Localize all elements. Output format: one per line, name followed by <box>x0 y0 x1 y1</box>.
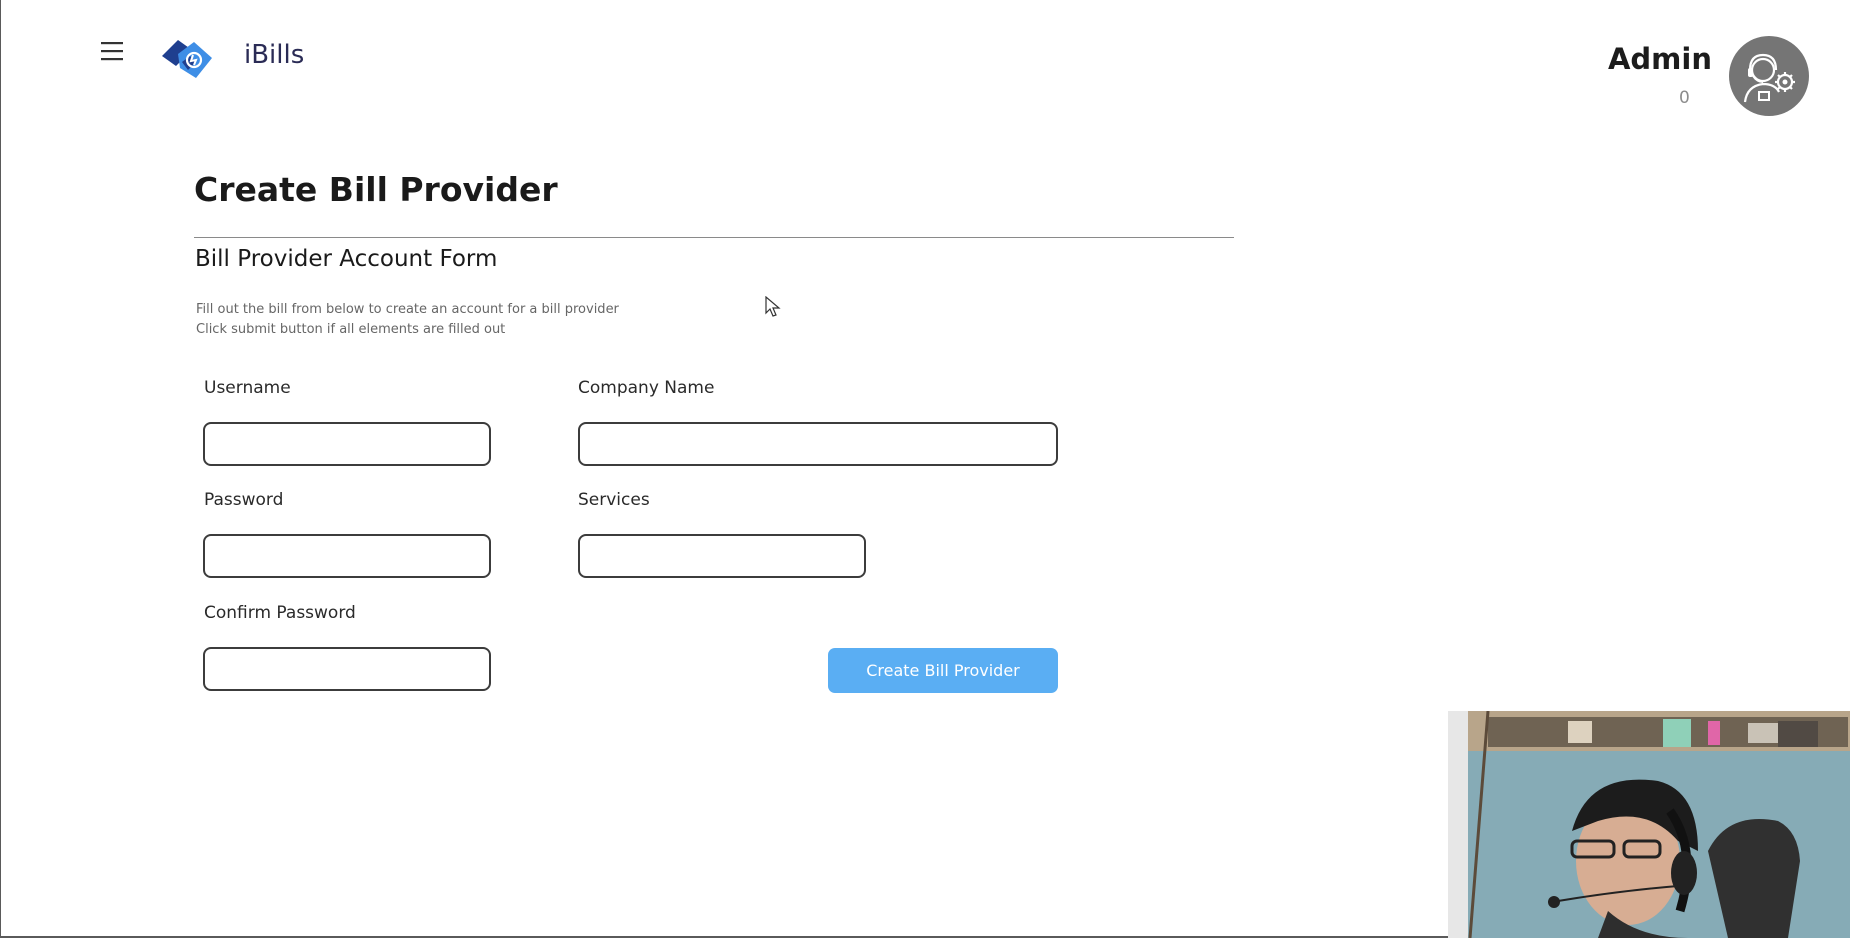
user-name: Admin <box>1607 42 1712 76</box>
password-label: Password <box>204 490 284 510</box>
webcam-feed-image <box>1448 711 1850 938</box>
mouse-pointer-icon <box>765 296 781 317</box>
services-label: Services <box>578 490 650 510</box>
confirm-password-input[interactable] <box>203 647 491 691</box>
app-window: iBills Admin 0 Create Bill Provider Bill… <box>0 0 1850 938</box>
create-bill-provider-button[interactable]: Create Bill Provider <box>828 648 1058 693</box>
services-input[interactable] <box>578 534 866 578</box>
form-title: Bill Provider Account Form <box>195 246 498 272</box>
admin-support-avatar-icon <box>1743 53 1795 103</box>
password-input[interactable] <box>203 534 491 578</box>
app-name: iBills <box>244 40 305 70</box>
company-name-input[interactable] <box>578 422 1058 466</box>
username-label: Username <box>204 378 291 398</box>
avatar[interactable] <box>1729 36 1809 116</box>
notification-count: 0 <box>1679 88 1690 108</box>
form-description-line-1: Fill out the bill from below to create a… <box>196 302 619 317</box>
webcam-overlay <box>1448 711 1850 938</box>
page-title: Create Bill Provider <box>194 170 558 209</box>
hamburger-menu-icon[interactable] <box>99 38 125 64</box>
company-name-label: Company Name <box>578 378 715 398</box>
ibills-logo-icon[interactable] <box>156 34 216 84</box>
username-input[interactable] <box>203 422 491 466</box>
title-divider <box>194 237 1234 238</box>
form-description-line-2: Click submit button if all elements are … <box>196 322 506 337</box>
confirm-password-label: Confirm Password <box>204 603 356 623</box>
